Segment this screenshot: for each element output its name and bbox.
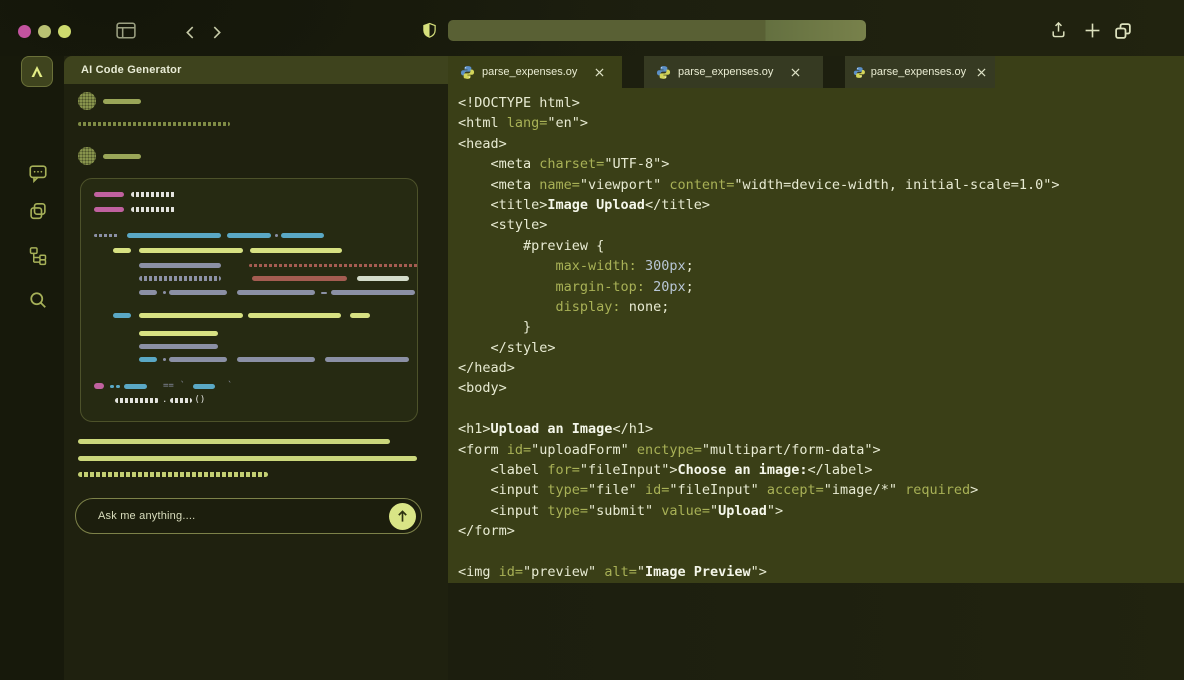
shield-icon[interactable] <box>421 21 438 39</box>
skeleton-line <box>78 456 417 461</box>
back-chevron-icon[interactable] <box>183 25 197 39</box>
layout-sidebar-icon[interactable] <box>115 21 137 40</box>
traffic-light-maximize[interactable] <box>58 25 71 38</box>
skeleton-token <box>281 233 324 238</box>
skeleton-token <box>357 276 409 281</box>
skeleton-token <box>113 313 131 318</box>
app-logo[interactable] <box>21 56 53 87</box>
skeleton-token: ` <box>180 383 185 389</box>
skeleton-token <box>331 290 415 295</box>
skeleton-token <box>227 233 271 238</box>
skeleton-token <box>248 313 341 318</box>
skeleton-token <box>131 207 176 212</box>
editor: parse_expenses.oy parse_expenses.oy <box>448 56 1184 583</box>
skeleton-token <box>139 357 157 362</box>
skeleton-token <box>275 234 278 237</box>
ai-code-generator-panel: AI Code Generator == ` `. () <box>64 56 448 680</box>
skeleton-token <box>139 248 243 253</box>
skeleton-token <box>127 233 221 238</box>
arrow-up-icon <box>396 510 409 523</box>
skeleton-line <box>78 439 390 444</box>
tab-label: parse_expenses.oy <box>871 66 966 78</box>
skeleton-token <box>250 248 342 253</box>
panel-header: AI Code Generator <box>64 56 448 84</box>
avatar <box>78 147 96 165</box>
ask-input-pill[interactable] <box>75 498 422 534</box>
tab-parse-expenses-1[interactable]: parse_expenses.oy <box>448 56 622 88</box>
panel-title: AI Code Generator <box>81 64 182 76</box>
skeleton-token <box>94 192 124 197</box>
skeleton-token <box>139 290 157 295</box>
send-button[interactable] <box>389 503 416 530</box>
skeleton-token <box>252 276 347 281</box>
skeleton-token <box>94 234 118 237</box>
address-input[interactable] <box>448 20 866 41</box>
ask-input[interactable] <box>98 499 389 533</box>
skeleton-line <box>78 472 268 477</box>
topbar <box>0 0 1184 56</box>
flow-icon[interactable] <box>27 245 49 267</box>
tab-bar: parse_expenses.oy parse_expenses.oy <box>448 56 1184 88</box>
left-rail <box>0 56 64 680</box>
skeleton-line <box>78 122 230 126</box>
python-icon <box>853 65 866 80</box>
skeleton-token <box>110 385 114 388</box>
skeleton-token <box>237 357 315 362</box>
skeleton-token: ` <box>227 383 232 389</box>
skeleton-token <box>139 331 218 336</box>
skeleton-token <box>169 290 227 295</box>
python-icon <box>460 65 475 80</box>
skeleton-token <box>94 207 124 212</box>
skeleton-token <box>115 398 159 403</box>
skeleton-token <box>94 383 104 389</box>
skeleton-token: == <box>163 383 174 389</box>
address-bar[interactable] <box>448 20 866 41</box>
close-icon[interactable] <box>975 65 987 79</box>
skeleton-token <box>124 384 147 389</box>
skeleton-line <box>103 99 141 104</box>
skeleton-token <box>193 384 215 389</box>
tabs-overview-icon[interactable] <box>1112 20 1134 42</box>
skeleton-token <box>170 398 192 403</box>
skeleton-token: . <box>162 397 167 403</box>
new-tab-icon[interactable] <box>1082 20 1102 40</box>
close-icon[interactable] <box>788 65 802 79</box>
skeleton-token <box>131 192 176 197</box>
copy-icon[interactable] <box>27 200 49 222</box>
code-area[interactable]: <!DOCTYPE html><html lang="en"><head> <m… <box>448 88 1184 583</box>
skeleton-token <box>163 358 166 361</box>
forward-chevron-icon[interactable] <box>210 25 224 39</box>
avatar <box>78 92 96 110</box>
skeleton-line <box>103 154 141 159</box>
tab-label: parse_expenses.oy <box>678 66 773 78</box>
skeleton-token <box>113 248 131 253</box>
skeleton-token <box>237 290 315 295</box>
tab-parse-expenses-2[interactable]: parse_expenses.oy <box>644 56 823 88</box>
skeleton-token <box>321 292 327 294</box>
code-skeleton-card: == ` `. () <box>80 178 418 422</box>
skeleton-token <box>139 263 221 268</box>
tab-gap <box>823 56 845 88</box>
skeleton-token <box>116 385 120 388</box>
traffic-light-close[interactable] <box>18 25 31 38</box>
tab-label: parse_expenses.oy <box>482 66 577 78</box>
tab-parse-expenses-3[interactable]: parse_expenses.oy <box>845 56 995 88</box>
traffic-light-minimize[interactable] <box>38 25 51 38</box>
skeleton-token <box>169 357 227 362</box>
skeleton-token <box>139 344 218 349</box>
chat-icon[interactable] <box>27 162 49 184</box>
skeleton-token <box>249 264 418 267</box>
skeleton-token <box>139 313 243 318</box>
search-icon[interactable] <box>27 289 49 311</box>
close-icon[interactable] <box>592 65 606 79</box>
python-icon <box>656 65 671 80</box>
skeleton-token <box>163 291 166 294</box>
skeleton-token <box>325 357 409 362</box>
tab-gap <box>622 56 644 88</box>
skeleton-token <box>139 276 221 281</box>
skeleton-token <box>350 313 370 318</box>
share-icon[interactable] <box>1048 20 1068 40</box>
skeleton-token: () <box>194 397 205 403</box>
